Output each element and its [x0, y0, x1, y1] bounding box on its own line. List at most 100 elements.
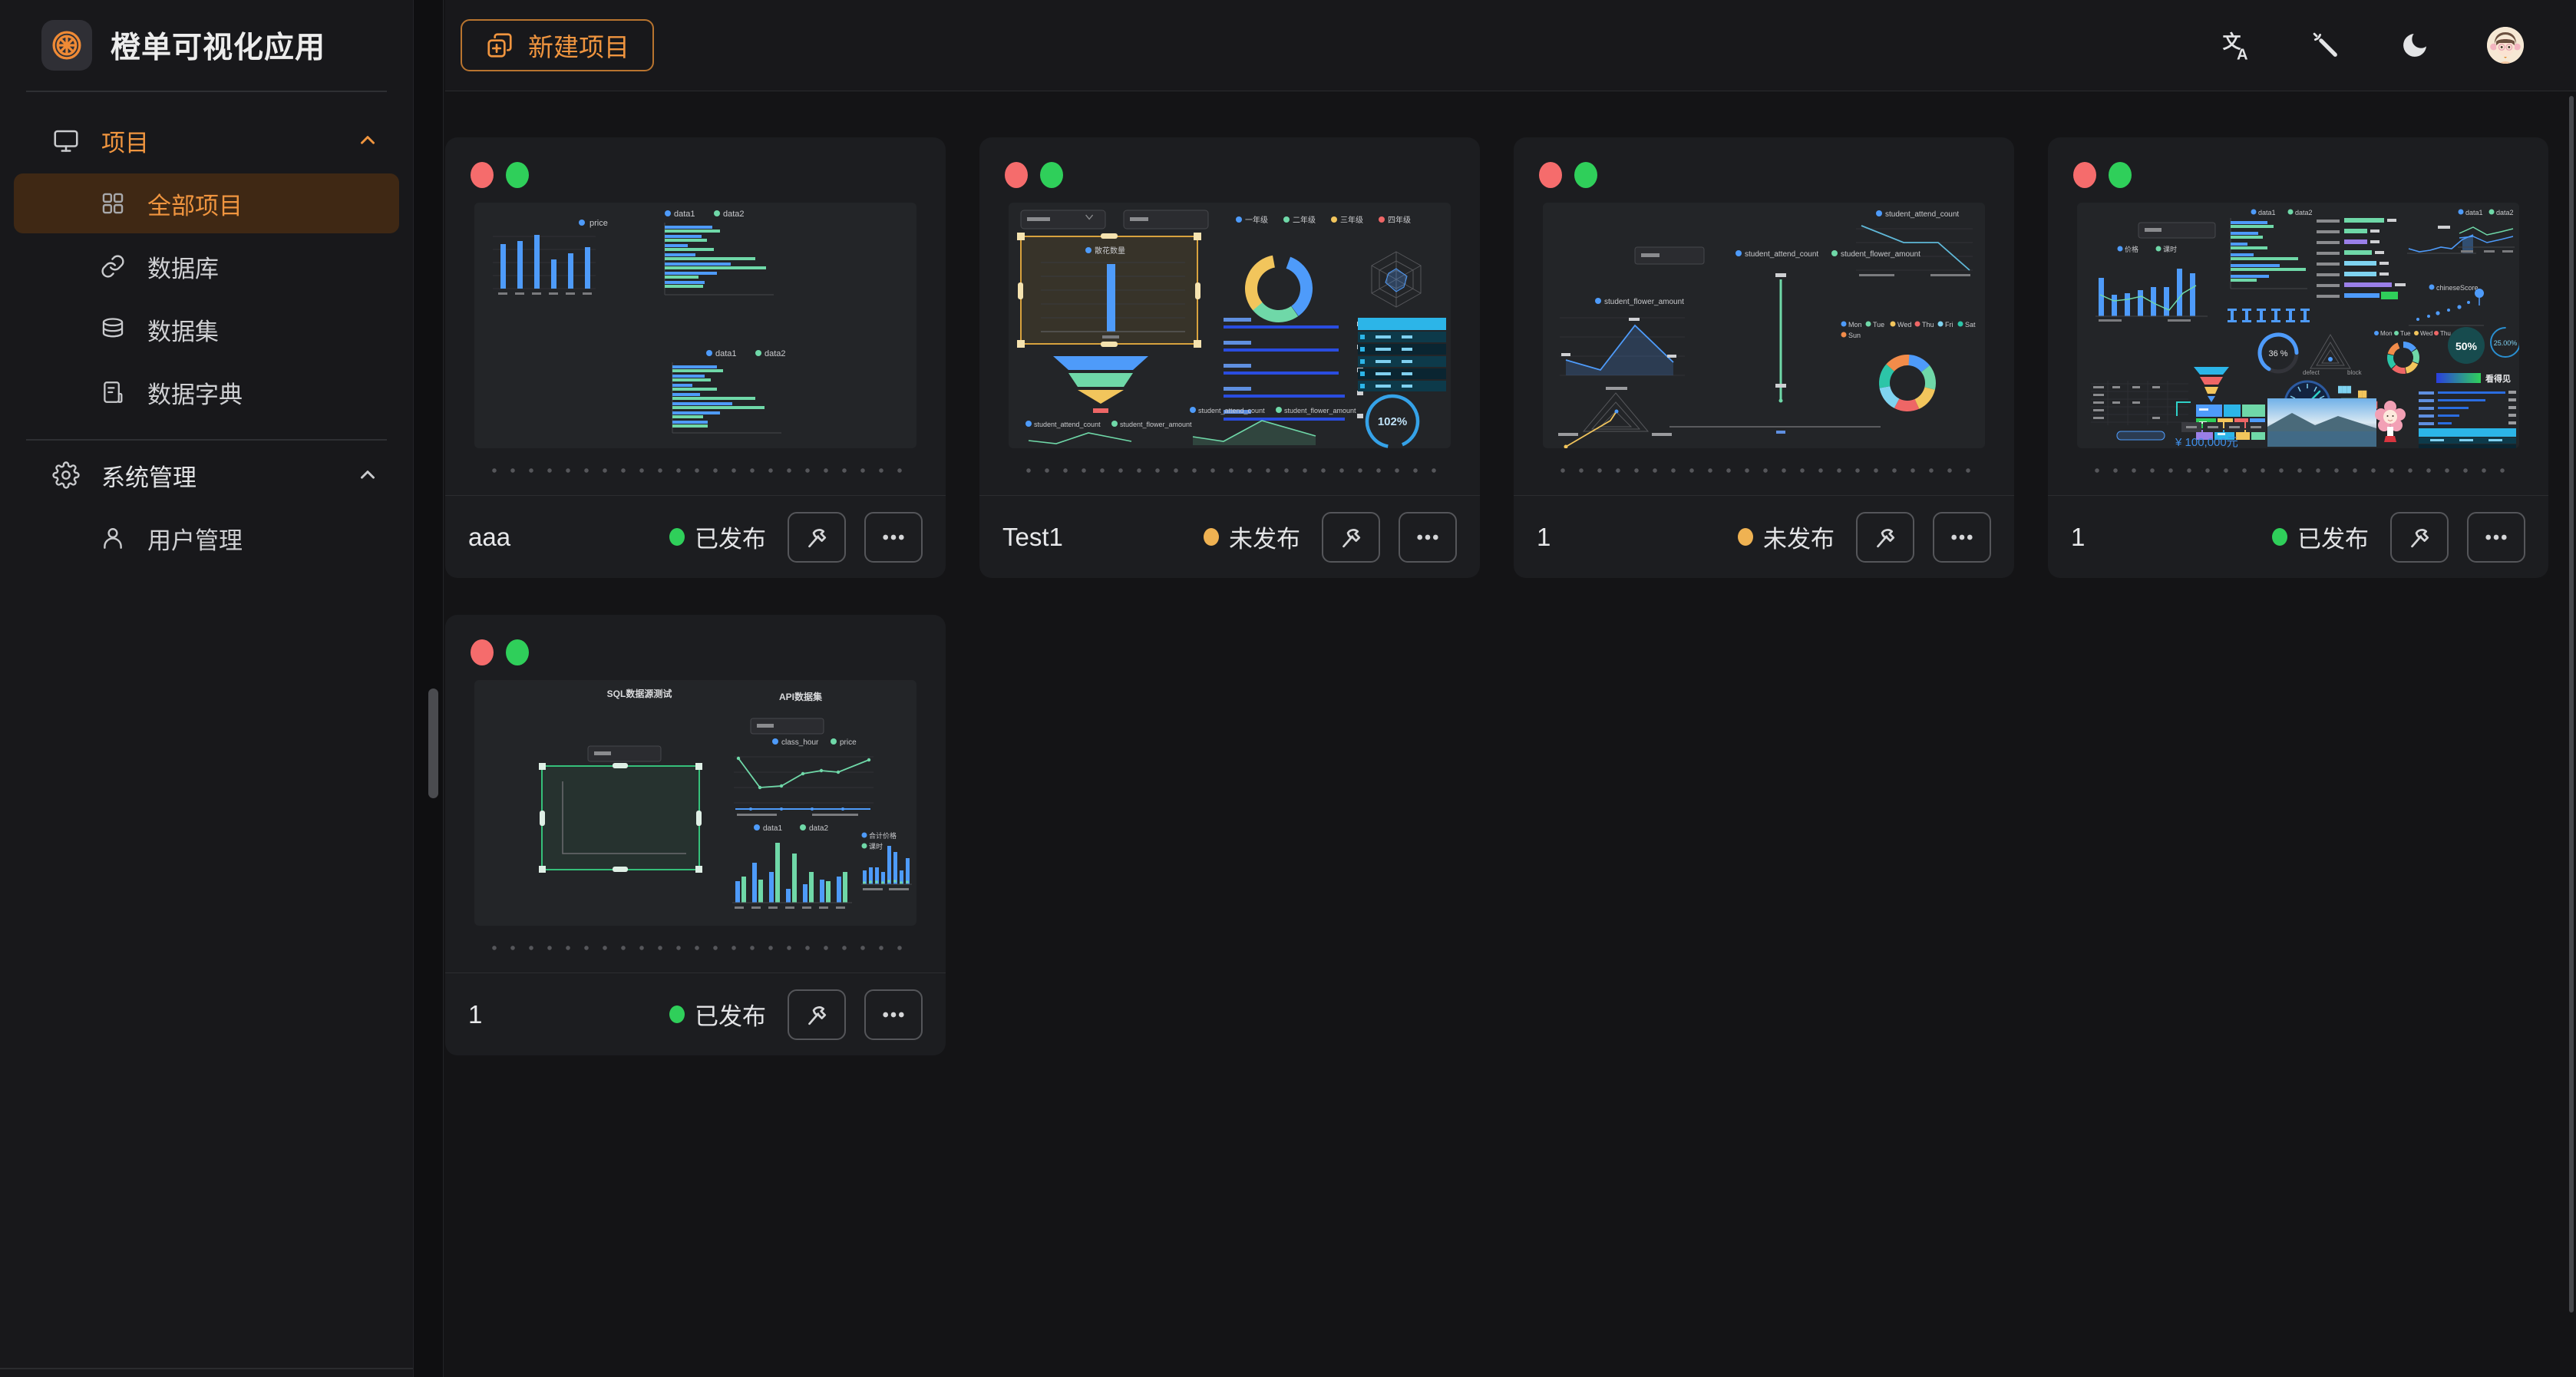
project-thumbnail[interactable]: price data1 data2: [474, 203, 916, 448]
money-value: ¥ 100,000元: [2175, 436, 2238, 448]
legend-label: student_attend_count: [1034, 421, 1101, 428]
project-name: 1: [1537, 523, 1719, 552]
edit-project-button[interactable]: [788, 512, 846, 563]
more-actions-button[interactable]: [864, 989, 923, 1040]
sidebar-item-all-projects[interactable]: 全部项目: [14, 173, 399, 233]
status-badge: 未发布: [1204, 520, 1300, 554]
svg-text:███: ███: [2338, 385, 2351, 394]
project-thumbnail[interactable]: SQL数据源测试 API数据集 class_hour price: [474, 680, 916, 926]
sidebar-group-projects[interactable]: 项目: [0, 111, 413, 170]
sidebar-item-dataset[interactable]: 数据集: [14, 299, 399, 359]
legend-label: 价格: [2125, 245, 2138, 253]
legend-label: 二年级: [1293, 215, 1316, 225]
gauge-value: 102%: [1378, 415, 1407, 428]
orange-slice-icon: [50, 28, 84, 62]
thumbnail-dots: [1554, 467, 1974, 474]
chevron-up-icon: [356, 464, 379, 487]
card-footer: 1 未发布: [1514, 495, 2014, 578]
radar-label: defect: [2303, 369, 2320, 376]
project-thumbnail[interactable]: student_attend_count student_attend_coun…: [1543, 203, 1985, 448]
project-thumbnail[interactable]: 散花数量 一年级 二年级 三年级 四年级: [1009, 203, 1451, 448]
status-badge: 已发布: [2272, 520, 2369, 554]
green-dot: [1040, 162, 1063, 188]
translate-icon[interactable]: 文 A: [2220, 28, 2254, 62]
status-dot: [669, 1006, 685, 1023]
more-actions-button[interactable]: [864, 512, 923, 563]
thumbnail-dots: [485, 467, 906, 474]
gear-icon: [52, 461, 80, 489]
green-dot: [506, 162, 529, 188]
sidebar-group-system[interactable]: 系统管理: [0, 445, 413, 505]
legend-label: data1: [715, 349, 737, 358]
legend-label: Mon: [1848, 321, 1862, 329]
project-thumbnail[interactable]: 价格 课时 data1 data2: [2077, 203, 2519, 448]
status-label: 未发布: [1763, 520, 1835, 554]
legend-label: data2: [2295, 209, 2313, 216]
legend-label: data1: [2465, 209, 2483, 216]
moon-icon[interactable]: [2398, 28, 2432, 62]
status-label: 已发布: [695, 520, 766, 554]
red-dot: [1005, 162, 1028, 188]
more-actions-button[interactable]: [1399, 512, 1457, 563]
project-name: aaa: [468, 523, 651, 552]
main-scrollbar-thumb[interactable]: [2569, 96, 2574, 1313]
status-label: 已发布: [695, 997, 766, 1032]
hammer-icon: [802, 523, 831, 552]
legend-label: data2: [809, 824, 828, 833]
magic-wand-icon[interactable]: [2309, 28, 2343, 62]
new-project-button[interactable]: 新建项目: [461, 19, 654, 71]
hammer-icon: [1871, 523, 1900, 552]
legend-label: Sun: [1848, 332, 1861, 339]
sidebar-scrollbar-thumb[interactable]: [428, 688, 438, 798]
edit-project-button[interactable]: [1322, 512, 1380, 563]
monitor-icon: [52, 127, 80, 154]
sidebar-group-label: 系统管理: [101, 458, 197, 493]
project-card: student_attend_count student_attend_coun…: [1514, 137, 2014, 578]
green-dot: [2109, 162, 2132, 188]
app-root: 橙单可视化应用 项目 全部项目: [0, 0, 2576, 1377]
green-dot: [506, 639, 529, 665]
more-actions-button[interactable]: [2467, 512, 2525, 563]
svg-text:██: ██: [2358, 390, 2367, 398]
sidebar-section-divider: [26, 439, 387, 441]
legend-label: Wed: [2420, 330, 2432, 337]
user-icon: [100, 525, 126, 551]
legend-label: Sat: [1965, 321, 1976, 329]
sidebar-item-user-management[interactable]: 用户管理: [14, 508, 399, 568]
project-card: 散花数量 一年级 二年级 三年级 四年级: [979, 137, 1480, 578]
legend-label: student_flower_amount: [1841, 250, 1920, 259]
status-label: 未发布: [1229, 520, 1300, 554]
sidebar-item-data-dictionary[interactable]: 数据字典: [14, 362, 399, 422]
legend-label: data1: [674, 210, 695, 219]
status-label: 已发布: [2297, 520, 2369, 554]
legend-label: 一年级: [1245, 215, 1268, 225]
edit-project-button[interactable]: [1856, 512, 1914, 563]
logo-row: 橙单可视化应用: [0, 0, 413, 91]
sidebar-item-database[interactable]: 数据库: [14, 236, 399, 296]
gauge-value: 36 %: [2268, 349, 2287, 358]
sidebar-item-label: 全部项目: [147, 187, 243, 221]
panel-title: SQL数据源测试: [607, 688, 672, 699]
legend-label: Thu: [2440, 330, 2451, 337]
sidebar-group-label: 项目: [101, 124, 149, 158]
sidebar-item-label: 数据集: [147, 312, 219, 347]
svg-text:A: A: [2237, 46, 2248, 62]
legend-label: Mon: [2380, 330, 2393, 337]
topbar: 新建项目 文 A: [445, 0, 2576, 91]
main-area: 新建项目 文 A: [445, 0, 2576, 1377]
legend-label: 课时: [869, 842, 883, 850]
status-dot: [2272, 528, 2287, 546]
status-dot: [669, 528, 685, 546]
app-logo: [41, 20, 92, 71]
card-footer: Test1 未发布: [979, 495, 1480, 578]
edit-project-button[interactable]: [2390, 512, 2449, 563]
ellipsis-icon: [1413, 523, 1442, 552]
green-dot: [1574, 162, 1597, 188]
more-actions-button[interactable]: [1933, 512, 1991, 563]
radar-label: block: [2347, 369, 2363, 376]
avatar[interactable]: [2487, 27, 2524, 64]
card-footer: 1 已发布: [445, 972, 946, 1055]
status-dot: [1738, 528, 1753, 546]
edit-project-button[interactable]: [788, 989, 846, 1040]
legend-label: class_hour: [781, 738, 819, 747]
